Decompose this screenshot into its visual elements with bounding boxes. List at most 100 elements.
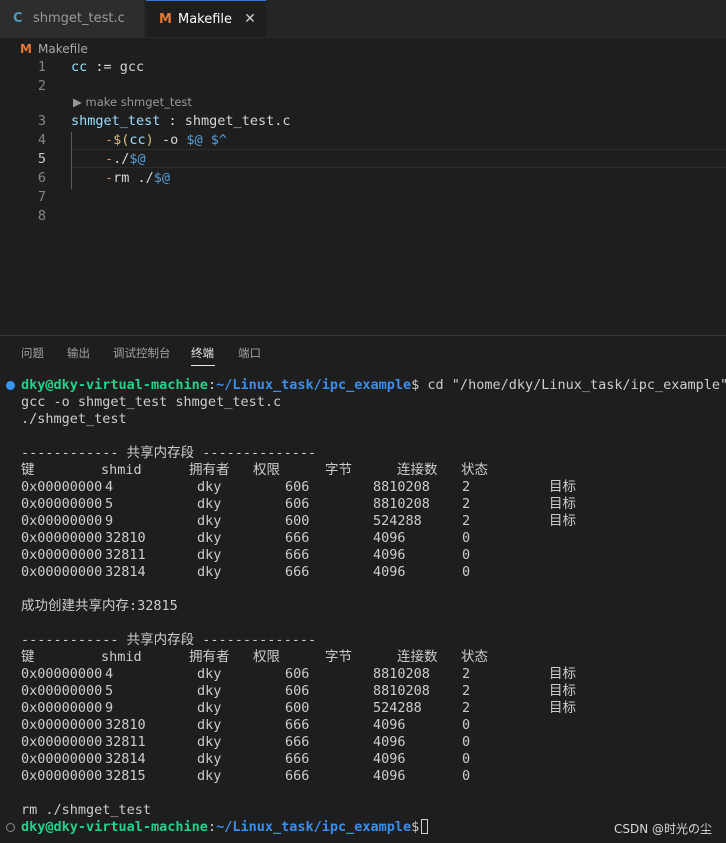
editor-tab-bar: C shmget_test.c M Makefile ✕ [0, 0, 726, 38]
table-cell: 666 [285, 530, 310, 546]
segment-title: ------------ 共享内存段 -------------- [21, 632, 317, 648]
prompt-dollar: $ [411, 819, 420, 835]
table-cell: 0x00000000 [21, 683, 103, 699]
table-cell: 4096 [373, 530, 406, 546]
tab-debug-console[interactable]: 调试控制台 [113, 345, 171, 361]
table-cell: 0x00000000 [21, 666, 103, 682]
token: shmget_test [71, 113, 161, 129]
table-row: 0x00000000 4 dky 606 8810208 2 目标 [21, 479, 621, 496]
table-row: 0x00000000 32814 dky 666 4096 0 [21, 564, 621, 581]
table-cell: 0x00000000 [21, 734, 103, 750]
makefile-icon: M [159, 11, 172, 27]
tab-makefile[interactable]: M Makefile ✕ [146, 0, 266, 37]
table-cell: 2 [462, 683, 471, 699]
close-icon[interactable]: ✕ [242, 11, 258, 27]
table-cell: 0x00000000 [21, 564, 103, 580]
tab-ports[interactable]: 端口 [238, 345, 261, 361]
table-row: 0x00000000 32811 dky 666 4096 0 [21, 734, 621, 751]
tab-shmget-test-c[interactable]: C shmget_test.c [0, 0, 145, 37]
table-cell: 0 [462, 530, 471, 546]
table-cell: 2 [462, 666, 471, 682]
table-cell: 524288 [373, 513, 422, 529]
command-status-icon[interactable] [6, 381, 15, 390]
table-cell: 目标 [549, 700, 576, 716]
table-cell: 0x00000000 [21, 513, 103, 529]
tab-terminal[interactable]: 终端 [191, 345, 214, 361]
table-cell: 666 [285, 768, 310, 784]
table-cell: dky [197, 700, 222, 716]
column-header: 连接数 [397, 462, 438, 478]
terminal-output-line: rm ./shmget_test [21, 802, 152, 818]
panel-tab-bar: 问题 输出 调试控制台 终端 端口 [0, 336, 726, 370]
table-cell: 4096 [373, 768, 406, 784]
makefile-icon: M [20, 42, 32, 56]
table-cell: 0x00000000 [21, 547, 103, 563]
table-cell: 32811 [105, 547, 146, 563]
column-header: 权限 [253, 462, 280, 478]
table-cell: 4096 [373, 717, 406, 733]
table-row: 0x00000000 9 dky 600 524288 2 目标 [21, 700, 621, 717]
table-cell: 32810 [105, 530, 146, 546]
token: cc [129, 132, 146, 148]
table-cell: 666 [285, 547, 310, 563]
table-cell: 2 [462, 513, 471, 529]
breadcrumb[interactable]: M Makefile [20, 40, 88, 58]
table-row: 0x00000000 32811 dky 666 4096 0 [21, 547, 621, 564]
table-cell: 32811 [105, 734, 146, 750]
table-cell: 2 [462, 496, 471, 512]
table-row: 0x00000000 4 dky 606 8810208 2 目标 [21, 666, 621, 683]
table-cell: 0x00000000 [21, 717, 103, 733]
codelens-make-target[interactable]: ▶ make shmget_test [73, 95, 192, 109]
table-cell: dky [197, 530, 222, 546]
table-cell: 0x00000000 [21, 768, 103, 784]
token: -o [153, 132, 187, 148]
table-cell: 4 [105, 666, 114, 682]
line-number: 6 [37, 170, 46, 186]
table-cell: 9 [105, 700, 114, 716]
table-cell: 4096 [373, 734, 406, 750]
table-cell: 目标 [549, 513, 576, 529]
column-header: 字节 [325, 462, 352, 478]
table-row: 0x00000000 32810 dky 666 4096 0 [21, 530, 621, 547]
line-number: 4 [37, 132, 46, 148]
table-cell: 4 [105, 479, 114, 495]
c-file-icon: C [13, 11, 23, 26]
tab-problems[interactable]: 问题 [21, 345, 44, 361]
table-cell: 32815 [105, 768, 146, 784]
table-row: 0x00000000 9 dky 600 524288 2 目标 [21, 513, 621, 530]
table-cell: 32810 [105, 717, 146, 733]
table-row: 0x00000000 5 dky 606 8810208 2 目标 [21, 496, 621, 513]
tab-label: Makefile [178, 11, 233, 27]
table-row: 0x00000000 5 dky 606 8810208 2 目标 [21, 683, 621, 700]
terminal[interactable]: dky@dky-virtual-machine:~/Linux_task/ipc… [0, 377, 726, 843]
code-editor[interactable]: 1 2 3 4 5 6 7 8 cc := gcc ▶ make shmget_… [0, 58, 726, 335]
command-status-icon[interactable] [6, 823, 15, 832]
table-cell: dky [197, 547, 222, 563]
table-cell: dky [197, 734, 222, 750]
column-header: 拥有者 [189, 462, 230, 478]
code-line: shmget_test : shmget_test.c [71, 112, 290, 131]
tab-output[interactable]: 输出 [67, 345, 90, 361]
table-cell: 0 [462, 768, 471, 784]
terminal-cursor [421, 819, 429, 834]
table-cell: 666 [285, 564, 310, 580]
token: $@ [153, 170, 171, 186]
table-cell: 666 [285, 734, 310, 750]
token: := [87, 59, 120, 75]
table-cell: 0 [462, 734, 471, 750]
table-cell: 606 [285, 666, 310, 682]
segment-title: ------------ 共享内存段 -------------- [21, 445, 317, 461]
table-cell: 5 [105, 496, 114, 512]
table-cell: dky [197, 496, 222, 512]
active-tab-indicator [191, 365, 215, 366]
table-cell: 0x00000000 [21, 530, 103, 546]
table-cell: dky [197, 564, 222, 580]
token: - [105, 170, 114, 186]
table-cell: 4096 [373, 564, 406, 580]
table-cell: dky [197, 717, 222, 733]
table-row: 0x00000000 32814 dky 666 4096 0 [21, 751, 621, 768]
table-cell: 606 [285, 496, 310, 512]
table-cell: 5 [105, 683, 114, 699]
code-line: -rm ./$@ [105, 169, 170, 188]
breadcrumb-file[interactable]: Makefile [38, 42, 88, 56]
